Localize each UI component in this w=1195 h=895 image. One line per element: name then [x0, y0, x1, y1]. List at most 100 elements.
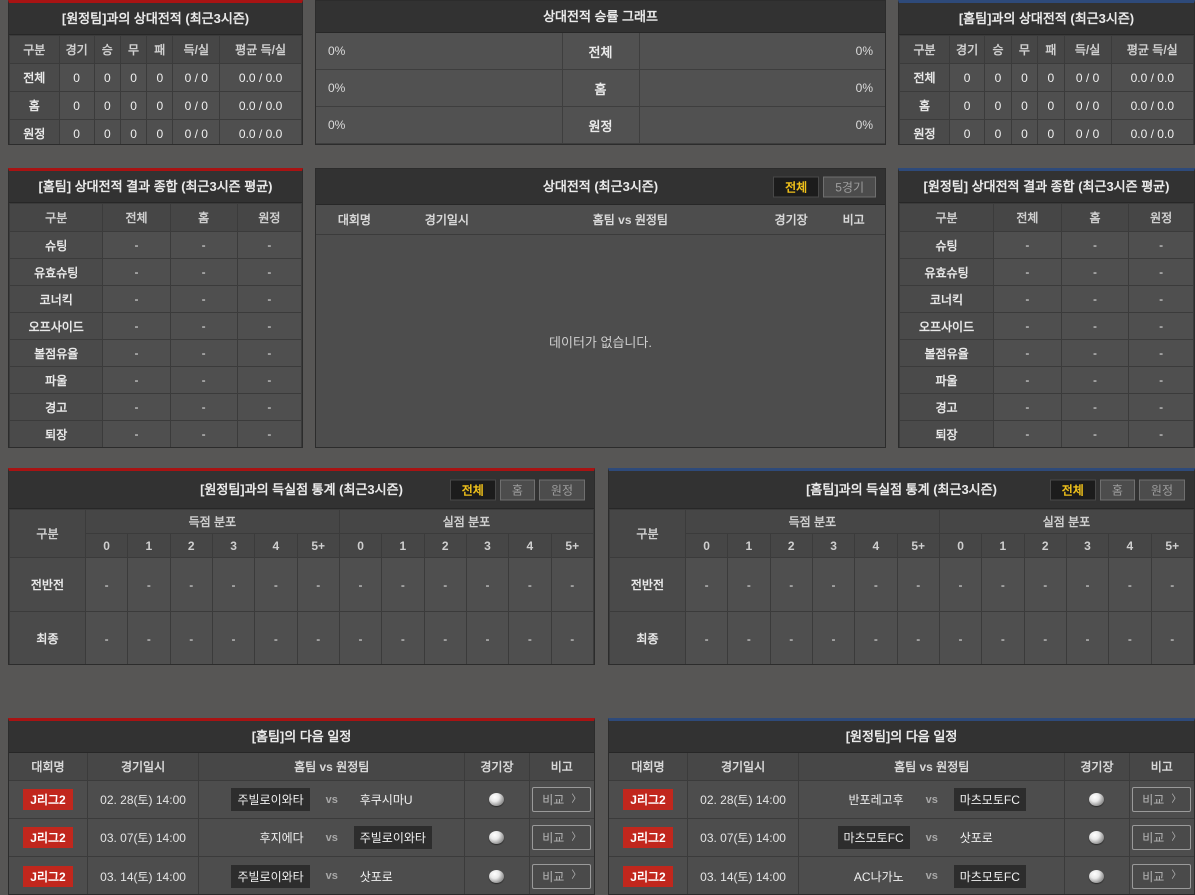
tab-away[interactable]: 원정 — [538, 479, 585, 500]
chevron-right-icon: 〉 — [571, 793, 582, 805]
table-row: 홈00000 / 0 0.0 / 0.0 — [899, 91, 1194, 120]
panel-title: [홈팀]의 다음 일정 — [9, 721, 594, 753]
panel-title: [원정팀]과의 득실점 통계 (최근3시즌) — [200, 482, 403, 497]
row-head-to-head: [원정팀]과의 상대전적 (최근3시즌) 구분 경기 승 무 패 득/실 평균 득/실 전체… — [8, 0, 1195, 145]
stat-cell: - — [1060, 231, 1130, 259]
goals-cell: - — [127, 611, 171, 664]
goals-cell: - — [423, 611, 467, 664]
table-row: 코너킥 - - - — [899, 285, 1194, 313]
soccer-ball-icon[interactable] — [1089, 869, 1105, 883]
column-header: 득/실 — [1063, 35, 1112, 64]
tab-all[interactable]: 전체 — [773, 176, 820, 197]
chevron-right-icon: 〉 — [1171, 870, 1182, 881]
stat-cell: 0 — [93, 91, 121, 120]
row-label: 경고 — [9, 393, 104, 421]
goals-cell: - — [896, 557, 940, 612]
compare-button[interactable]: 비교 〉 — [1132, 863, 1192, 889]
compare-label: 비교 — [1142, 869, 1165, 884]
stat-cell: - — [1128, 285, 1194, 313]
header-row: 구분 경기 승 무 패 득/실 평균 득/실 — [899, 35, 1194, 64]
venue-cell — [465, 857, 530, 894]
summary-home-table: 구분 전체 홈 원정 슈팅 - - - 유효슈팅 - - - 코너킥 - - - 오프사이드 - - - 볼점유율 - -… — [9, 203, 302, 447]
goals-cell: - — [254, 611, 298, 664]
goals-cell: - — [254, 557, 298, 612]
column-header: 홈 — [1060, 203, 1130, 232]
league-cell: J리그2 — [9, 857, 88, 894]
compare-button[interactable]: 비교 〉 — [532, 825, 592, 850]
goals-cell: - — [938, 557, 983, 612]
league-cell: J리그2 — [609, 781, 688, 818]
league-badge: J리그2 — [623, 789, 673, 810]
stat-cell: - — [102, 285, 171, 313]
column-header: 구분 — [9, 35, 60, 64]
goals-cell: - — [508, 557, 552, 612]
score-column-header: 5+ — [296, 533, 340, 558]
stat-cell: 0 — [119, 63, 148, 92]
stat-cell: - — [993, 393, 1062, 421]
stat-cell: 0 / 0 — [172, 91, 221, 120]
h2h-home-table: 구분 경기 승 무 패 득/실 평균 득/실 전체 0 0 0 0 0 / 0 0.0 / 0.0 홈 0 0… — [899, 35, 1194, 144]
goals-cell: - — [296, 611, 340, 664]
row-label: 슈팅 — [9, 231, 104, 259]
soccer-ball-icon[interactable] — [489, 831, 505, 844]
column-header: 무 — [1010, 35, 1039, 64]
stat-cell: 0 — [119, 91, 148, 120]
column-header: 구분 — [9, 203, 104, 232]
row-label: 최종 — [9, 611, 86, 664]
winrate-row: 0% 원정 0% — [316, 107, 885, 144]
column-header: 무 — [119, 35, 148, 64]
match-cell: 주빌로이와타 vs 삿포로 — [199, 857, 466, 894]
row-label: 파울 — [9, 366, 104, 394]
league-badge: J리그2 — [23, 865, 73, 887]
panel-summary-away: [원정팀] 상대전적 결과 종합 (최근3시즌 평균) 구분 전체 홈 원정 슈팅 - -… — [898, 168, 1195, 448]
stat-cell: - — [1060, 258, 1130, 286]
schedule-header: 대회명 경기일시 홈팀 vs 원정팀 경기장 비고 — [609, 753, 1194, 781]
score-column-header: 1 — [727, 533, 771, 558]
home-team: 마츠모토FC — [803, 826, 910, 849]
soccer-ball-icon[interactable] — [1089, 793, 1105, 806]
stat-cell: 0.0 / 0.0 — [1110, 119, 1194, 144]
tab-all[interactable]: 전체 — [1049, 479, 1096, 500]
away-team: 후쿠시마U — [354, 788, 461, 811]
stat-cell: 0.0 / 0.0 — [219, 119, 302, 144]
column-header: 경기장 — [465, 753, 530, 780]
goals-cell: - — [465, 611, 510, 664]
tab-5games[interactable]: 5경기 — [823, 176, 876, 197]
home-bar-area: 0% — [316, 70, 562, 106]
stat-cell: 0.0 / 0.0 — [219, 63, 302, 92]
column-header: 홈 — [169, 203, 238, 232]
home-team-name: 후지에다 — [259, 831, 304, 845]
note-cell: 비교 〉 — [1130, 819, 1194, 856]
compare-button[interactable]: 비교 〉 — [532, 787, 592, 812]
score-column-header: 0 — [938, 533, 983, 558]
winrate-row: 0% 홈 0% — [316, 70, 885, 107]
soccer-ball-icon[interactable] — [489, 869, 505, 883]
tab-all[interactable]: 전체 — [449, 479, 496, 500]
tab-away[interactable]: 원정 — [1138, 479, 1185, 500]
panel-title-bar: [홈팀]과의 득실점 통계 (최근3시즌) 전체 홈 원정 — [609, 471, 1194, 509]
soccer-ball-icon[interactable] — [1089, 831, 1105, 844]
match-cell: 주빌로이와타 vs 후쿠시마U — [199, 781, 466, 818]
row-label: 유효슈팅 — [899, 258, 995, 286]
venue-cell — [1065, 857, 1130, 894]
compare-button[interactable]: 비교 〉 — [1132, 787, 1192, 812]
soccer-ball-icon[interactable] — [489, 793, 505, 806]
stat-cell: 0 — [1037, 91, 1065, 120]
table-row: 파울 - - - — [899, 366, 1194, 394]
score-column-header: 3 — [811, 533, 856, 558]
goals-cell: - — [1065, 557, 1110, 612]
compare-button[interactable]: 비교 〉 — [1132, 825, 1192, 850]
tab-home[interactable]: 홈 — [1099, 479, 1135, 500]
winrate-row-label: 원정 — [561, 107, 640, 143]
compare-button[interactable]: 비교 〉 — [532, 863, 592, 889]
schedule-row: J리그2 03. 07(토) 14:00 후지에다 vs 주빌로이와타 비교 〉 — [9, 819, 594, 857]
chevron-right-icon: 〉 — [571, 831, 582, 843]
panel-title: [홈팀]과의 득실점 통계 (최근3시즌) — [806, 482, 997, 497]
column-header: 패 — [1037, 35, 1065, 64]
summary-away-table: 구분 전체 홈 원정 슈팅 - - - 유효슈팅 - - - 코너킥 - - - 오프사이드 - - - 볼점유율 - -… — [899, 203, 1194, 447]
away-team-name: 삿포로 — [959, 831, 993, 845]
note-cell: 비교 〉 — [1130, 781, 1194, 818]
tab-home[interactable]: 홈 — [499, 479, 535, 500]
goals-cell: - — [465, 557, 510, 612]
column-header: 경기일시 — [424, 213, 469, 227]
